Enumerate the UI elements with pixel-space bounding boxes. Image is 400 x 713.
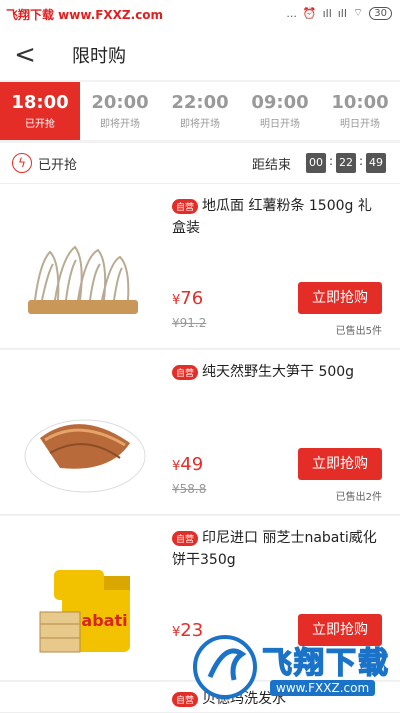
price-value: 49 [180,454,204,475]
product-name: 印尼进口 丽芝士nabati威化饼干350g [172,530,377,568]
countdown-seconds: 49 [366,153,386,173]
watermark-url: www.FXXZ.com [270,680,376,696]
watermark-logo-text: 飞翔下载 [261,645,390,682]
tab-status: 明日开场 [260,119,300,130]
time-tabs: 18:00 已开抢 20:00 即将开场 22:00 即将开场 09:00 明日… [0,82,400,140]
countdown-hours: 00 [306,153,326,173]
tab-time: 10:00 [331,92,389,113]
status-bar: 飞翔下载 www.FXXZ.com ... ⏰ ıll ıll ⌔ 30 [0,0,400,30]
started-label: 已开抢 [38,158,78,173]
sold-count: 已售出2件 [335,492,382,503]
tab-status: 即将开场 [100,119,140,130]
tab-status: 已开抢 [25,119,55,130]
buy-now-button[interactable]: 立即抢购 [298,282,382,314]
price-value: 76 [180,288,204,309]
self-operated-tag: 自营 [172,199,199,214]
tab-2000[interactable]: 20:00 即将开场 [80,82,160,140]
product-price: ¥49 [172,454,203,475]
tab-time: 22:00 [171,92,229,113]
product-name: 纯天然野生大笋干 500g [202,364,355,380]
product-name: 地瓜面 红薯粉条 1500g 礼盒装 [172,198,372,236]
product-image-bamboo [24,419,146,493]
watermark-text: 飞翔下载 www.FXXZ.com [6,8,164,22]
watermark-logo: 飞翔下载 www.FXXZ.com [190,632,400,712]
tab-0900[interactable]: 09:00 明日开场 [240,82,320,140]
tab-status: 明日开场 [340,119,380,130]
self-operated-tag: 自营 [172,531,199,546]
original-price: ¥91.2 [172,316,207,330]
status-icons: ... ⏰ ıll ıll ⌔ 30 [286,6,392,20]
back-icon[interactable]: < [10,38,40,72]
watermark-circle-icon [193,635,257,699]
alarm-icon: ⏰ [302,6,317,20]
sold-count: 已售出5件 [335,326,382,337]
product-item[interactable]: 纯天然野生大笋干 500g 自营 ¥49 ¥58.8 立即抢购 已售出2件 [0,350,400,515]
tab-time: 09:00 [251,92,309,113]
self-operated-tag: 自营 [172,365,199,380]
product-image-noodles [28,245,138,314]
original-price: ¥58.8 [172,482,207,496]
countdown-bar: ϟ 已开抢 距结束 00 : 22 : 49 [0,143,400,184]
tab-status: 即将开场 [180,119,220,130]
product-price: ¥76 [172,288,203,309]
end-label: 距结束 [252,158,292,173]
nav-bar: < 限时购 [0,30,400,80]
countdown-minutes: 22 [336,153,356,173]
lightning-icon: ϟ [12,153,32,173]
battery-icon: 30 [369,6,392,20]
product-item[interactable]: 地瓜面 红薯粉条 1500g 礼盒装 自营 ¥76 ¥91.2 立即抢购 已售出… [0,184,400,349]
wifi-icon: ⌔ [352,6,364,19]
signal-icon: ıll [322,6,332,20]
signal-icon: ıll [337,6,347,20]
tab-2200[interactable]: 22:00 即将开场 [160,82,240,140]
tab-time: 18:00 [11,92,69,113]
buy-now-button[interactable]: 立即抢购 [298,448,382,480]
countdown-colon: : [329,154,334,168]
dots-icon: ... [286,6,297,20]
tab-1800[interactable]: 18:00 已开抢 [0,82,80,140]
tab-1000[interactable]: 10:00 明日开场 [320,82,400,140]
product-image-wafer: nabati [39,570,130,653]
tab-time: 20:00 [91,92,149,113]
page-title: 限时购 [72,46,126,67]
countdown-colon: : [359,154,364,168]
